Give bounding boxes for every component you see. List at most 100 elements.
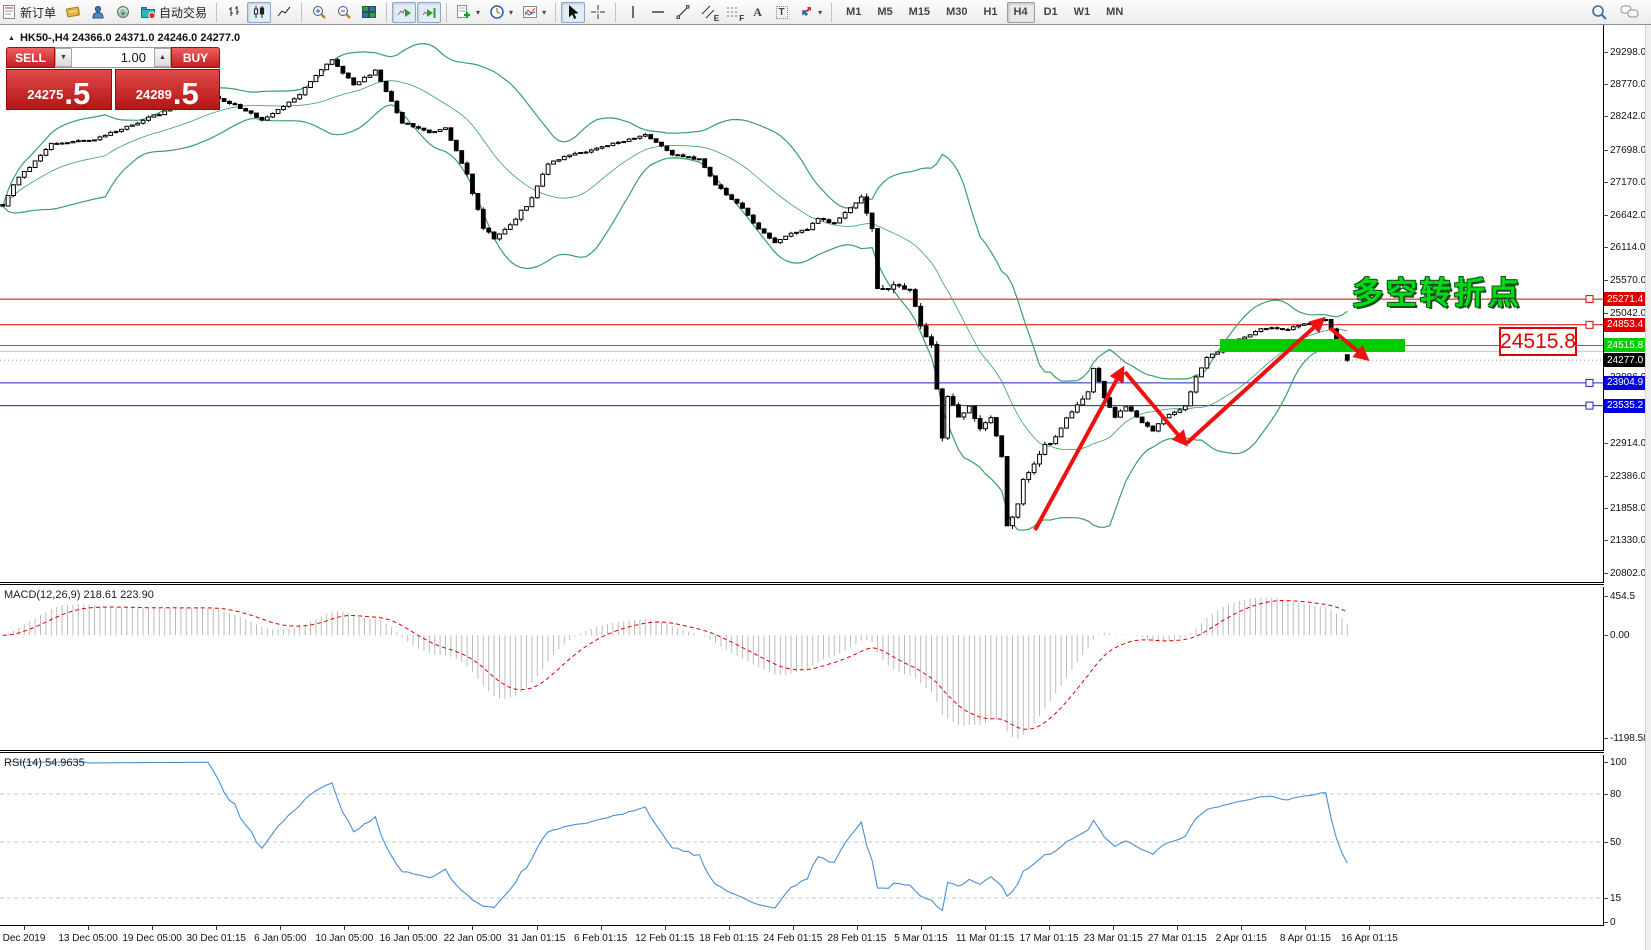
timeframe-button-H1[interactable]: H1 xyxy=(976,2,1004,23)
buy-button[interactable]: BUY xyxy=(171,47,220,68)
macd-axis-0.00: 0.00 xyxy=(1604,629,1629,642)
signal-globe-icon xyxy=(117,6,130,18)
one-click-trading-panel: SELL ▼ ▲ BUY 24275 .5 24289 .5 xyxy=(6,47,220,110)
macd-signal-line xyxy=(2,599,1348,730)
price-tick-21330.0: 21330.0 xyxy=(1604,534,1646,547)
collapse-triangle-icon: ▲ xyxy=(8,34,15,42)
price-tag-24515.8: 24515.8 xyxy=(1604,338,1645,353)
volume-decrease-button[interactable]: ▼ xyxy=(55,48,72,67)
macd-axis--1198.58: -1198.58 xyxy=(1604,732,1649,745)
pane-divider[interactable] xyxy=(0,582,1645,585)
chart-shift-button[interactable] xyxy=(417,1,442,23)
text-label-button[interactable]: T xyxy=(770,2,793,23)
timeframe-button-M5[interactable]: M5 xyxy=(870,2,899,23)
price-tick-27698.0: 27698.0 xyxy=(1604,144,1646,157)
timeframe-button-M30[interactable]: M30 xyxy=(939,2,974,23)
trendline-button[interactable] xyxy=(671,2,695,23)
templates-button[interactable]: ▾ xyxy=(518,2,550,23)
chart-title-text: HK50-,H4 24366.0 24371.0 24246.0 24277.0 xyxy=(19,32,241,44)
time-label: 24 Feb 01:15 xyxy=(763,933,823,944)
timeframe-button-W1[interactable]: W1 xyxy=(1067,2,1098,23)
pane-divider[interactable] xyxy=(0,750,1645,753)
fibonacci-button[interactable]: F xyxy=(721,2,745,23)
new-order-label: 新订单 xyxy=(20,5,57,20)
rsi-line xyxy=(8,761,1348,912)
crosshair-button[interactable] xyxy=(586,2,610,23)
price-axis[interactable]: 29298.0 28770.0 28242.0 27698.0 27170.0 26642… xyxy=(1604,25,1649,928)
cursor-button[interactable] xyxy=(561,1,586,23)
equidistant-channel-button[interactable]: E xyxy=(696,2,720,23)
autotrading-folder-icon xyxy=(141,7,156,20)
time-label: Dec 2019 xyxy=(2,933,46,944)
time-label: 16 Jan 05:00 xyxy=(379,933,438,944)
navigator-button[interactable] xyxy=(86,2,110,23)
sell-price[interactable]: 24275 .5 xyxy=(6,69,112,110)
market-watch-button[interactable] xyxy=(61,2,85,23)
strategy-signal-button[interactable] xyxy=(111,2,135,23)
time-label: 8 Apr 01:15 xyxy=(1279,933,1331,944)
autotrading-button[interactable]: 自动交易 xyxy=(136,2,211,23)
arrows-tool-icon xyxy=(802,7,812,17)
chart-shift-icon xyxy=(422,8,436,18)
vertical-line-button[interactable] xyxy=(621,2,645,23)
indicators-button[interactable]: ▾ xyxy=(452,2,484,23)
volume-input[interactable] xyxy=(72,48,154,67)
sell-button[interactable]: SELL xyxy=(6,47,55,68)
horizontal-line-icon xyxy=(652,11,665,13)
periods-button[interactable]: ▾ xyxy=(485,2,517,23)
main-chart-pane: ▲ HK50-,H4 24366.0 24371.0 24246.0 24277… xyxy=(0,25,1604,582)
volume-increase-button[interactable]: ▲ xyxy=(154,48,171,67)
toolbar-separator xyxy=(216,2,218,22)
time-tick xyxy=(1177,926,1179,930)
candlestick-chart-button[interactable] xyxy=(247,1,272,23)
autotrading-label: 自动交易 xyxy=(159,5,208,20)
macd-pane: MACD(12,26,9) 218.61 223.90 xyxy=(0,587,1604,750)
timeframe-button-D1[interactable]: D1 xyxy=(1037,2,1065,23)
macd-canvas[interactable] xyxy=(0,587,1603,750)
time-label: 6 Jan 05:00 xyxy=(254,933,307,944)
arrows-button[interactable]: ▾ xyxy=(794,2,826,23)
rsi-axis-80: 80 xyxy=(1604,788,1621,801)
zoom-in-button[interactable] xyxy=(307,2,331,23)
price-tick-25570.0: 25570.0 xyxy=(1604,274,1646,287)
rsi-canvas[interactable] xyxy=(0,755,1603,925)
toolbar-separator xyxy=(615,2,617,22)
tile-windows-icon xyxy=(362,6,377,18)
timeframe-button-H4[interactable]: H4 xyxy=(1006,1,1035,23)
zoom-in-icon xyxy=(313,6,326,19)
text-button[interactable]: A xyxy=(746,2,769,23)
toolbar-right-group xyxy=(1586,2,1647,23)
auto-scroll-button[interactable] xyxy=(392,1,417,23)
zoom-out-icon xyxy=(338,6,351,19)
dropdown-arrow-icon: ▾ xyxy=(818,7,823,17)
buy-price-main: 24289 xyxy=(135,87,172,102)
price-tag-24853.4: 24853.4 xyxy=(1604,317,1645,332)
time-label: 23 Mar 01:15 xyxy=(1083,933,1143,944)
chat-button[interactable] xyxy=(1616,2,1644,23)
line-chart-button[interactable] xyxy=(272,2,296,23)
timeframe-button-M1[interactable]: M1 xyxy=(839,2,868,23)
search-button[interactable] xyxy=(1586,2,1612,23)
tile-windows-button[interactable] xyxy=(357,2,381,23)
price-tick-20802.0: 20802.0 xyxy=(1604,567,1646,580)
horizontal-line-button[interactable] xyxy=(646,2,670,23)
timeframe-button-MN[interactable]: MN xyxy=(1099,2,1130,23)
time-tick xyxy=(792,926,794,930)
price-tick-26114.0: 26114.0 xyxy=(1604,241,1645,254)
sell-price-fraction: .5 xyxy=(64,76,91,111)
time-tick xyxy=(664,926,666,930)
channel-sub-letter: E xyxy=(713,13,720,23)
price-tick-22914.0: 22914.0 xyxy=(1604,437,1646,450)
bar-chart-button[interactable] xyxy=(222,2,246,23)
zoom-out-button[interactable] xyxy=(332,2,356,23)
timeframe-button-M15[interactable]: M15 xyxy=(902,2,937,23)
bar-chart-icon xyxy=(229,6,240,16)
time-tick xyxy=(152,926,154,930)
buy-price[interactable]: 24289 .5 xyxy=(114,69,220,110)
time-tick xyxy=(280,926,282,930)
price-tag-23904.9: 23904.9 xyxy=(1604,375,1645,390)
time-label: 30 Dec 01:15 xyxy=(186,933,246,944)
macd-axis-454.5: 454.5 xyxy=(1604,590,1635,603)
new-order-button[interactable]: 新订单 xyxy=(0,2,60,23)
bull-bear-turning-point-annotation: 多空转折点 xyxy=(1352,276,1522,311)
